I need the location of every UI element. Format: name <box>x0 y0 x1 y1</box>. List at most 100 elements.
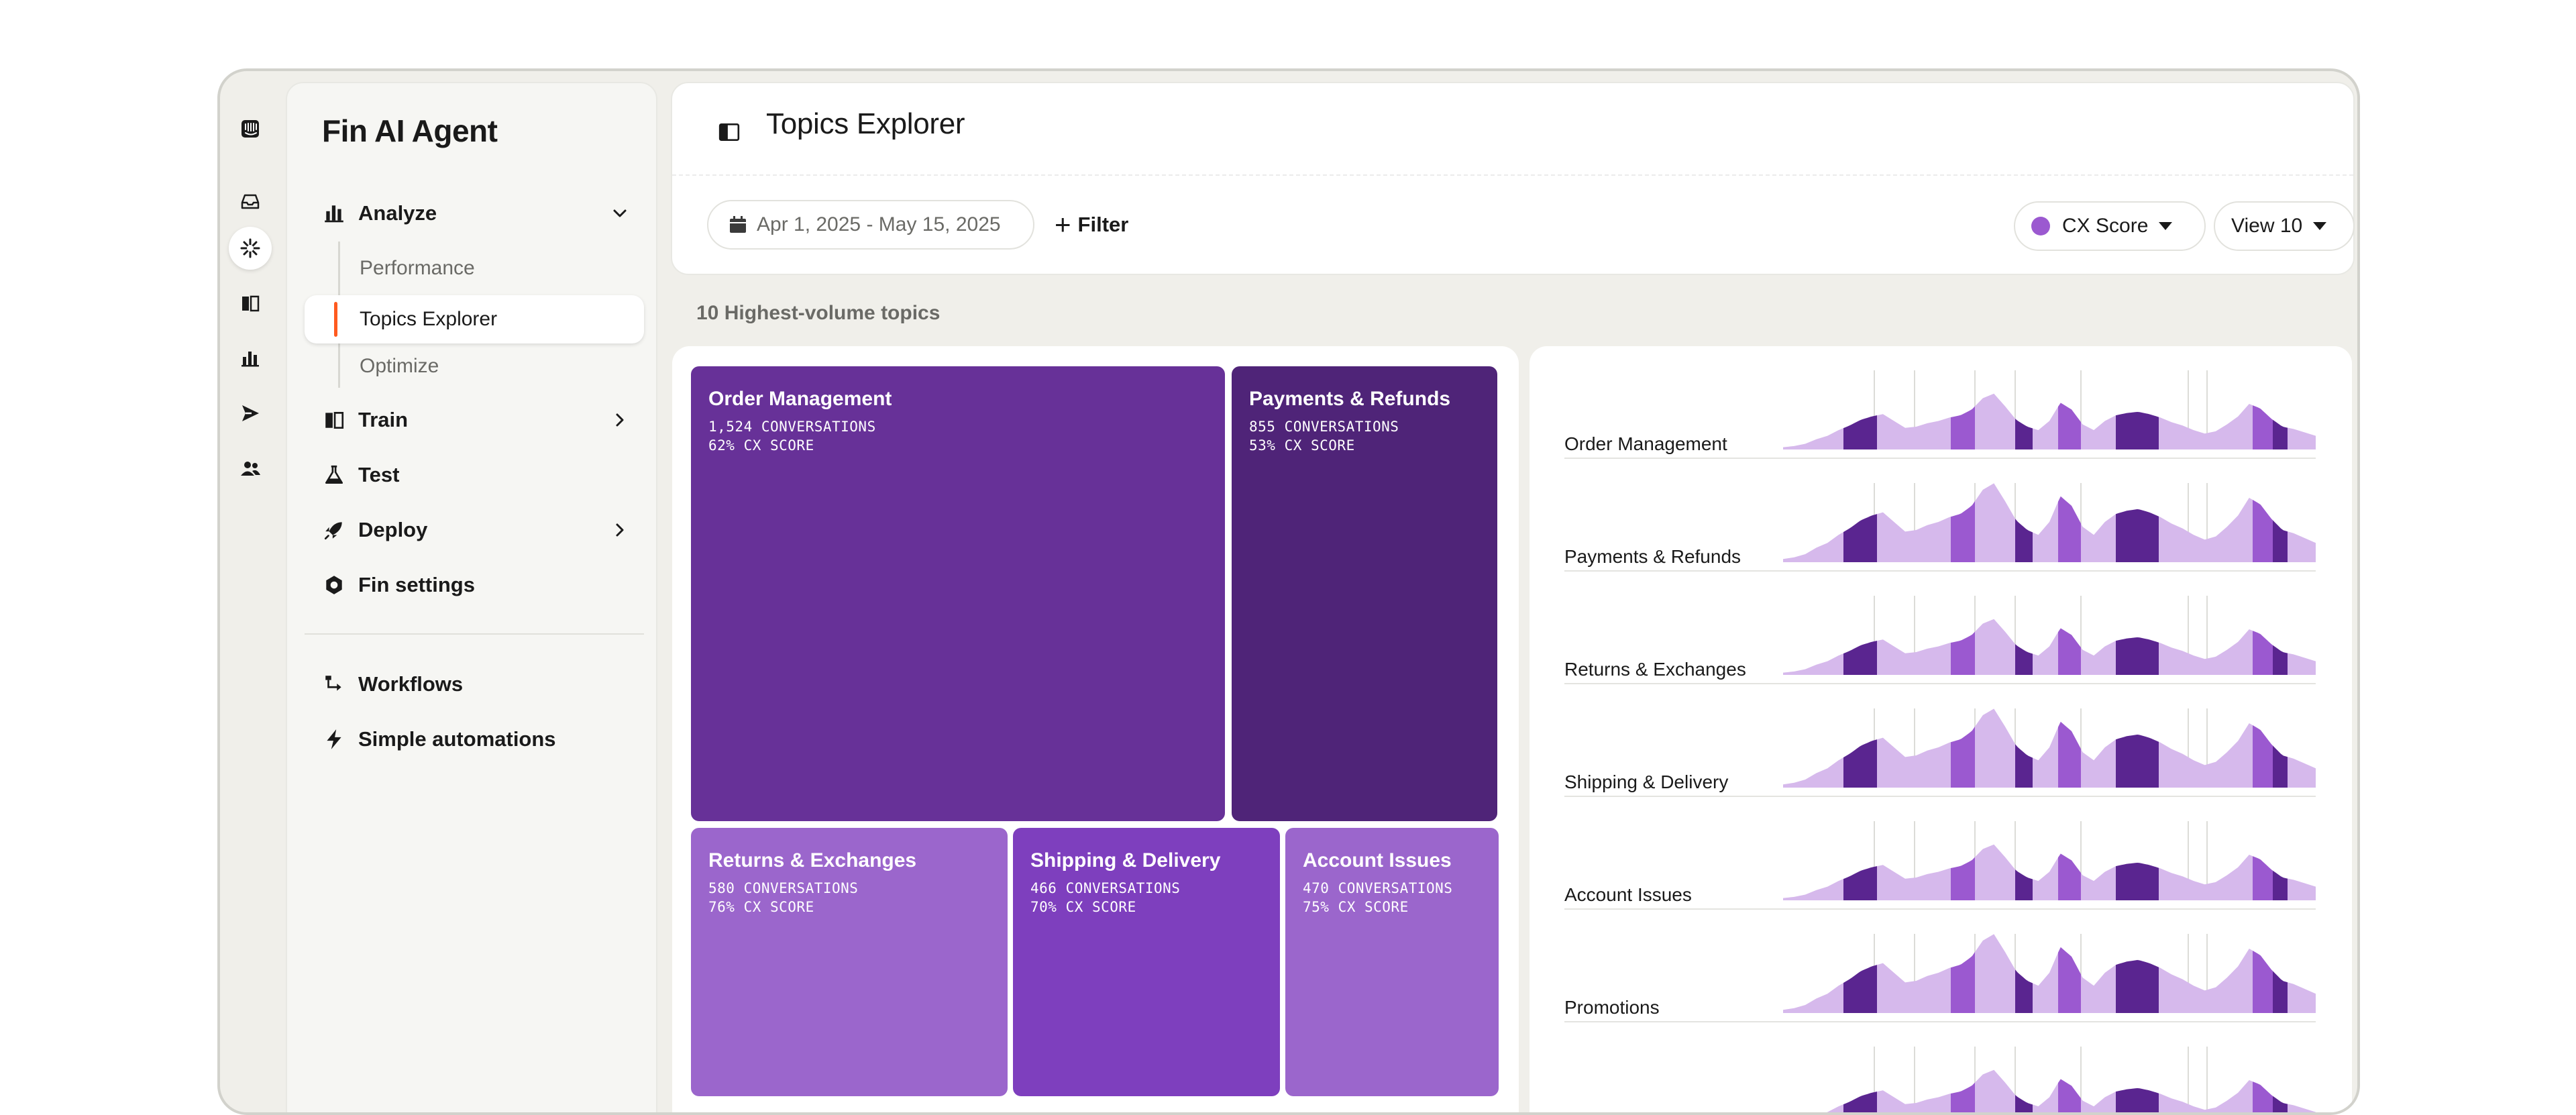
nav-item-test[interactable]: Test <box>322 455 631 495</box>
metric-dropdown[interactable]: CX Score <box>2014 201 2206 251</box>
page-title: Topics Explorer <box>766 107 965 140</box>
trend-label: Returns & Exchanges <box>1564 659 1746 680</box>
trend-band <box>2116 863 2159 900</box>
reports-icon[interactable] <box>229 337 272 380</box>
nav-item-workflows[interactable]: Workflows <box>322 664 631 704</box>
icon-rail <box>220 71 283 1112</box>
nav-divider <box>305 633 644 635</box>
treemap-tile-order-management[interactable]: Order Management 1,524 CONVERSATIONS 62%… <box>691 366 1225 821</box>
trend-band <box>2058 1079 2081 1112</box>
subnav-performance[interactable]: Performance <box>360 248 475 288</box>
tile-cx-score: 53% CX SCORE <box>1249 437 1355 454</box>
trend-sparkline <box>1783 596 2316 675</box>
fin-icon[interactable] <box>229 227 272 270</box>
caret-down-icon <box>2313 222 2327 230</box>
flask-icon <box>322 463 346 487</box>
trend-band <box>2273 971 2288 1013</box>
trend-band <box>2015 1095 2033 1112</box>
trend-band <box>1843 415 1877 449</box>
bar-chart-icon <box>322 201 346 225</box>
trend-band <box>2253 405 2273 449</box>
chevron-right-icon[interactable] <box>609 519 631 541</box>
app-window: Fin AI Agent Analyze Performance Topics … <box>217 68 2360 1115</box>
tile-conversations: 1,524 CONVERSATIONS <box>708 419 876 435</box>
metric-color-dot <box>2031 217 2050 235</box>
date-range-value: Apr 1, 2025 - May 15, 2025 <box>757 213 1001 235</box>
nav-item-label: Test <box>358 463 400 486</box>
trend-label: Payments & Refunds <box>1564 546 1741 567</box>
trend-band <box>2273 870 2288 900</box>
trend-row[interactable]: Promotions <box>1564 928 2316 1022</box>
trend-band <box>2116 1088 2159 1112</box>
tile-cx-score: 70% CX SCORE <box>1030 899 1136 915</box>
tile-conversations: 580 CONVERSATIONS <box>708 880 859 896</box>
trend-band <box>1843 965 1877 1013</box>
nav-item-simple-automations[interactable]: Simple automations <box>322 719 631 759</box>
calendar-icon <box>730 216 746 233</box>
trend-baseline <box>1564 908 2316 910</box>
tile-name: Payments & Refunds <box>1249 388 1451 410</box>
trend-band <box>2116 509 2159 562</box>
subnav-topics-explorer[interactable]: Topics Explorer <box>305 295 644 343</box>
knowledge-book-icon[interactable] <box>229 282 272 325</box>
chevron-down-icon[interactable] <box>609 203 631 224</box>
inbox-icon[interactable] <box>229 180 272 223</box>
trend-band <box>2058 496 2081 562</box>
plus-icon: + <box>1055 209 1071 240</box>
nav-item-deploy[interactable]: Deploy <box>322 510 631 550</box>
trend-band <box>2273 645 2288 675</box>
filter-button[interactable]: + Filter <box>1055 200 1128 250</box>
trend-row[interactable] <box>1564 1041 2316 1112</box>
treemap-tile-payments-refunds[interactable]: Payments & Refunds 855 CONVERSATIONS 53%… <box>1232 366 1497 821</box>
trend-band <box>2058 403 2081 449</box>
view-label: View 10 <box>2231 215 2303 237</box>
trend-baseline <box>1564 683 2316 684</box>
trend-band <box>1951 857 1975 900</box>
chevron-right-icon[interactable] <box>609 409 631 431</box>
nav-item-label: Deploy <box>358 518 428 541</box>
nav-item-train[interactable]: Train <box>322 400 631 440</box>
sidebar-toggle-icon[interactable] <box>718 121 741 144</box>
tile-name: Account Issues <box>1303 849 1452 871</box>
trend-band <box>2116 637 2159 675</box>
workflow-icon <box>322 672 346 696</box>
trend-row[interactable]: Account Issues <box>1564 816 2316 910</box>
trend-band <box>2273 745 2288 788</box>
trend-row[interactable]: Shipping & Delivery <box>1564 703 2316 797</box>
trend-row[interactable]: Returns & Exchanges <box>1564 590 2316 684</box>
intercom-logo-icon[interactable] <box>229 107 272 150</box>
trend-sparkline <box>1783 370 2316 449</box>
trend-band <box>2058 853 2081 900</box>
trend-band <box>1843 1092 1877 1112</box>
outbound-send-icon[interactable] <box>229 392 272 435</box>
trend-band <box>1951 952 1975 1013</box>
view-count-dropdown[interactable]: View 10 <box>2214 201 2355 251</box>
fin-navigation-panel: Fin AI Agent Analyze Performance Topics … <box>286 82 657 1112</box>
caret-down-icon <box>2159 222 2173 230</box>
nav-item-label: Simple automations <box>358 727 556 751</box>
trend-band <box>1951 727 1975 788</box>
trend-row[interactable]: Payments & Refunds <box>1564 478 2316 572</box>
contacts-icon[interactable] <box>229 447 272 490</box>
trend-band <box>1843 514 1877 562</box>
trend-band <box>1951 501 1975 562</box>
treemap-tile-returns-exchanges[interactable]: Returns & Exchanges 580 CONVERSATIONS 76… <box>691 828 1008 1096</box>
page-header: Topics Explorer Apr 1, 2025 - May 15, 20… <box>671 82 2355 275</box>
trend-label: Promotions <box>1564 997 1660 1018</box>
treemap-tile-account-issues[interactable]: Account Issues 470 CONVERSATIONS 75% CX … <box>1285 828 1499 1096</box>
trend-band <box>2058 722 2081 788</box>
treemap-tile-shipping-delivery[interactable]: Shipping & Delivery 466 CONVERSATIONS 70… <box>1013 828 1280 1096</box>
trend-sparkline <box>1783 934 2316 1013</box>
metric-label: CX Score <box>2062 215 2149 237</box>
trend-band <box>2015 644 2033 675</box>
subnav-label: Topics Explorer <box>360 308 498 330</box>
subnav-optimize[interactable]: Optimize <box>360 346 439 386</box>
trend-band <box>2116 960 2159 1013</box>
nav-item-analyze[interactable]: Analyze <box>322 193 631 233</box>
nav-item-fin-settings[interactable]: Fin settings <box>322 565 631 605</box>
trend-label: Shipping & Delivery <box>1564 772 1729 792</box>
trend-row[interactable]: Order Management <box>1564 365 2316 459</box>
filter-label: Filter <box>1077 213 1129 236</box>
date-range-picker[interactable]: Apr 1, 2025 - May 15, 2025 <box>707 200 1034 250</box>
tile-conversations: 470 CONVERSATIONS <box>1303 880 1453 896</box>
